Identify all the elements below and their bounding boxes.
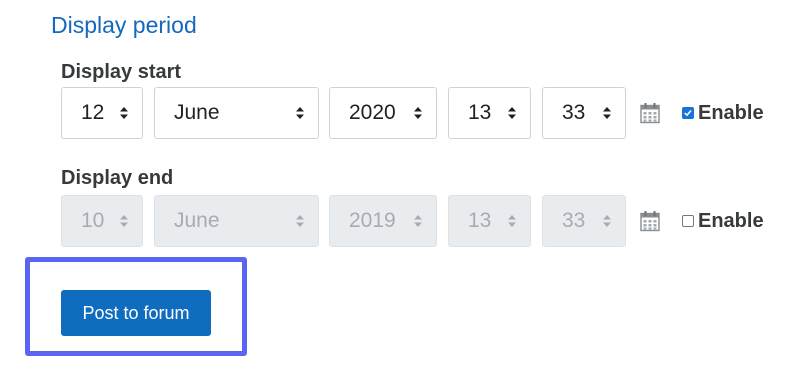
sort-arrows-icon: [508, 107, 516, 119]
sort-arrows-icon: [120, 107, 128, 119]
display-start-hour-value: 13: [468, 101, 492, 124]
display-end-month-select: June: [154, 195, 319, 247]
forum-post-form: Display period Display start 12 June 202…: [0, 0, 808, 366]
display-start-minute-value: 33: [562, 101, 586, 124]
display-start-month-select[interactable]: June: [154, 87, 319, 139]
display-end-label: Display end: [61, 167, 174, 189]
checkmark-icon: [684, 110, 692, 117]
display-start-year-value: 2020: [349, 101, 396, 124]
calendar-icon[interactable]: [639, 102, 661, 124]
display-end-minute-select: 33: [542, 195, 626, 247]
display-start-day-select[interactable]: 12: [61, 87, 143, 139]
display-start-year-select[interactable]: 2020: [329, 87, 437, 139]
display-end-day-select: 10: [61, 195, 143, 247]
display-end-day-value: 10: [81, 209, 105, 232]
sort-arrows-icon: [414, 215, 422, 227]
sort-arrows-icon: [120, 215, 128, 227]
display-end-enable-checkbox[interactable]: [682, 215, 694, 227]
display-end-year-value: 2019: [349, 209, 396, 232]
sort-arrows-icon: [603, 107, 611, 119]
display-end-minute-value: 33: [562, 209, 586, 232]
display-start-enable-checkbox[interactable]: [682, 107, 694, 119]
display-start-hour-select[interactable]: 13: [448, 87, 531, 139]
post-to-forum-button[interactable]: Post to forum: [61, 290, 211, 336]
display-start-day-value: 12: [81, 101, 105, 124]
display-end-enable-label[interactable]: Enable: [698, 209, 764, 233]
sort-arrows-icon: [603, 215, 611, 227]
display-start-minute-select[interactable]: 33: [542, 87, 626, 139]
sort-arrows-icon: [508, 215, 516, 227]
display-start-label: Display start: [61, 61, 182, 83]
display-end-hour-value: 13: [468, 209, 492, 232]
sort-arrows-icon: [296, 107, 304, 119]
sort-arrows-icon: [296, 215, 304, 227]
calendar-icon[interactable]: [639, 210, 661, 232]
display-start-enable-label[interactable]: Enable: [698, 101, 764, 125]
display-end-year-select: 2019: [329, 195, 437, 247]
display-end-hour-select: 13: [448, 195, 531, 247]
sort-arrows-icon: [414, 107, 422, 119]
section-title-display-period[interactable]: Display period: [51, 10, 197, 40]
